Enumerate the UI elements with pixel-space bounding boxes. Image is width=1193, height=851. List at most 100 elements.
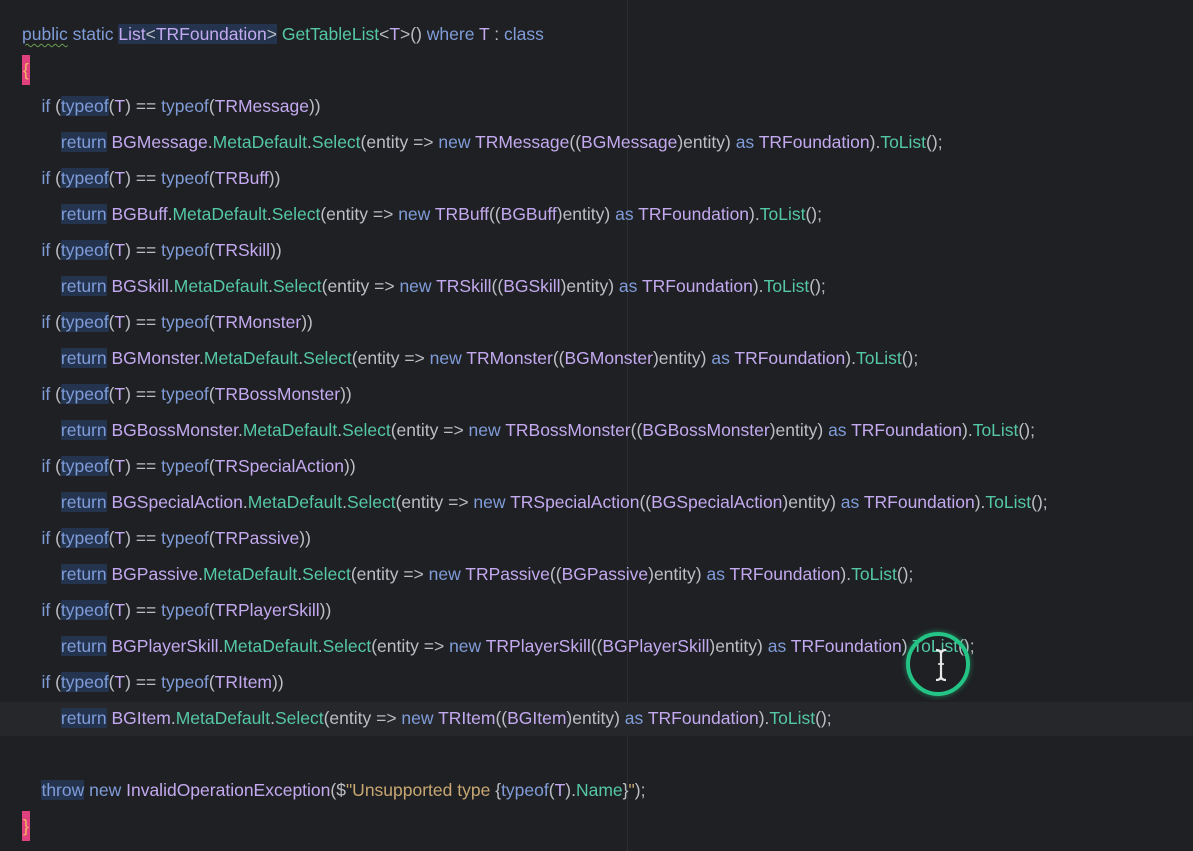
code-token: typeof [161, 600, 209, 620]
code-token: T [389, 24, 401, 44]
code-token: return [60, 420, 107, 440]
code-token: ( [50, 600, 61, 620]
code-token: if [41, 672, 51, 692]
code-token: TRBossMonster [505, 420, 631, 440]
code-token: BGBuff [500, 204, 557, 224]
code-token: ( [50, 96, 61, 116]
code-token: return [60, 564, 107, 584]
code-token: BGBuff [111, 204, 168, 224]
code-token: typeof [60, 528, 109, 548]
code-token: BGMessage [581, 132, 678, 152]
code-token: new [473, 492, 506, 512]
code-token: typeof [501, 780, 549, 800]
code-line[interactable]: { [22, 52, 30, 88]
code-token: TRPassive [214, 528, 300, 548]
code-token: Select [303, 348, 352, 368]
code-token: TRFoundation [155, 24, 267, 44]
code-token: typeof [60, 384, 109, 404]
code-token: TRBuff [434, 204, 489, 224]
code-token: TRBossMonster [214, 384, 341, 404]
code-token: BGPlayerSkill [111, 636, 219, 656]
code-token: as [735, 132, 755, 152]
code-token: TRFoundation [790, 636, 902, 656]
code-line[interactable]: if (typeof(T) == typeof(TRMessage)) [22, 88, 321, 124]
code-token: typeof [161, 240, 209, 260]
code-token: TRPassive [465, 564, 550, 584]
code-token: typeof [60, 456, 109, 476]
code-token: BGPlayerSkill [602, 636, 710, 656]
code-token: return [60, 708, 107, 728]
code-token: MetaDefault [247, 492, 343, 512]
code-line[interactable]: return BGPlayerSkill.MetaDefault.Select(… [22, 628, 975, 664]
code-token: (entity => [360, 132, 439, 152]
code-token: MetaDefault [173, 276, 269, 296]
code-token: return [60, 132, 107, 152]
code-token: GetTableList [281, 24, 380, 44]
code-token: ) == [125, 600, 162, 620]
code-token: ) == [125, 528, 162, 548]
code-token: TRFoundation [638, 204, 750, 224]
code-token: )) [299, 528, 311, 548]
code-token: BGItem [111, 708, 171, 728]
code-line[interactable]: if (typeof(T) == typeof(TRSkill)) [22, 232, 282, 268]
code-token: )) [268, 168, 281, 188]
code-token: (); [809, 276, 826, 296]
code-line[interactable]: return BGSkill.MetaDefault.Select(entity… [22, 268, 826, 304]
code-token: )entity) [566, 708, 625, 728]
code-line[interactable]: return BGBossMonster.MetaDefault.Select(… [22, 412, 1035, 448]
code-token: typeof [161, 312, 209, 332]
code-token: (entity => [351, 348, 430, 368]
code-line[interactable]: return BGBuff.MetaDefault.Select(entity … [22, 196, 822, 232]
code-token: < [379, 24, 390, 44]
code-token: T [114, 384, 126, 404]
code-token: )entity) [560, 276, 619, 296]
code-token: (entity => [321, 276, 400, 296]
code-token: ) == [125, 456, 162, 476]
code-token: ToList [763, 276, 810, 296]
code-token: Select [302, 564, 351, 584]
code-token: ToList [759, 204, 806, 224]
code-token: MetaDefault [175, 708, 271, 728]
code-line[interactable]: if (typeof(T) == typeof(TRMonster)) [22, 304, 313, 340]
code-line[interactable]: if (typeof(T) == typeof(TRItem)) [22, 664, 284, 700]
ibeam-text-cursor-icon [935, 648, 947, 682]
code-line[interactable]: return BGSpecialAction.MetaDefault.Selec… [22, 484, 1048, 520]
code-line[interactable]: return BGItem.MetaDefault.Select(entity … [22, 700, 832, 736]
code-token: ) == [125, 96, 162, 116]
code-token: if [41, 456, 51, 476]
code-token: typeof [161, 528, 209, 548]
code-token: typeof [161, 456, 209, 476]
code-token: T [114, 312, 126, 332]
code-token: ) == [125, 384, 162, 404]
code-token: "Unsupported type [345, 780, 496, 800]
code-line[interactable]: if (typeof(T) == typeof(TRSpecialAction)… [22, 448, 356, 484]
code-token: ToList [880, 132, 927, 152]
code-line[interactable]: if (typeof(T) == typeof(TRPassive)) [22, 520, 311, 556]
code-token: ( [50, 312, 61, 332]
code-line[interactable]: if (typeof(T) == typeof(TRPlayerSkill)) [22, 592, 331, 628]
code-line[interactable]: public static List<TRFoundation> GetTabl… [22, 16, 544, 52]
code-line[interactable]: throw new InvalidOperationException($"Un… [22, 772, 645, 808]
code-token: as [840, 492, 860, 512]
code-line[interactable]: if (typeof(T) == typeof(TRBuff)) [22, 160, 280, 196]
code-token: typeof [60, 240, 109, 260]
code-token: T [114, 528, 126, 548]
code-token: (( [552, 348, 565, 368]
code-token: new [468, 420, 501, 440]
code-line[interactable]: if (typeof(T) == typeof(TRBossMonster)) [22, 376, 352, 412]
code-line[interactable]: return BGMonster.MetaDefault.Select(enti… [22, 340, 918, 376]
brace-marker: } [22, 811, 30, 841]
code-token: (( [491, 276, 504, 296]
code-token: ) == [125, 240, 162, 260]
code-line[interactable]: } [22, 808, 30, 844]
code-line[interactable]: return BGMessage.MetaDefault.Select(enti… [22, 124, 943, 160]
code-token: return [60, 492, 107, 512]
code-editor[interactable]: public static List<TRFoundation> GetTabl… [0, 0, 1193, 851]
code-line[interactable]: return BGPassive.MetaDefault.Select(enti… [22, 556, 913, 592]
